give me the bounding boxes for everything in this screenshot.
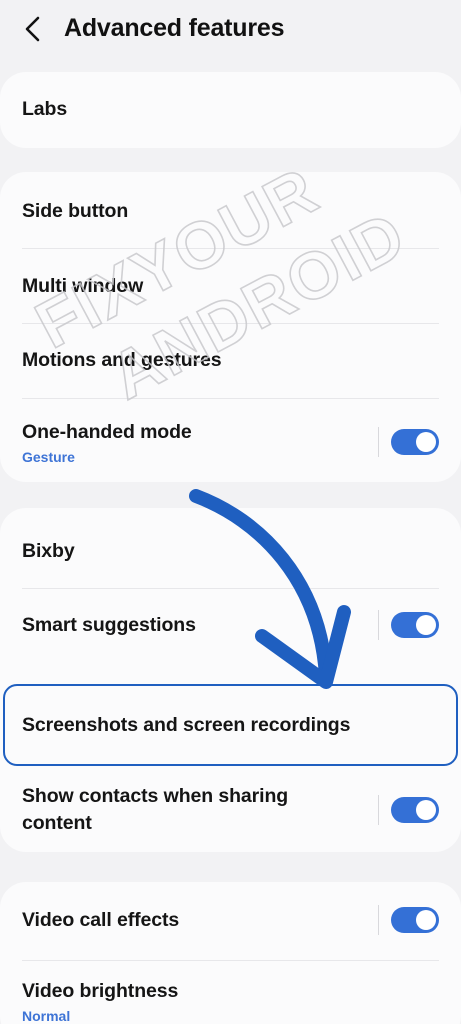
motions-gestures-row[interactable]: Motions and gestures (0, 324, 461, 398)
one-handed-mode-status: Gesture (22, 449, 75, 465)
motions-gestures-label: Motions and gestures (22, 349, 222, 371)
vertical-separator (378, 427, 379, 457)
chevron-left-icon (25, 16, 40, 42)
page-title: Advanced features (64, 14, 285, 42)
side-button-label: Side button (22, 200, 129, 222)
settings-screen: Advanced features Labs Side button Multi… (0, 0, 461, 1024)
show-contacts-row[interactable]: Show contacts when sharing content (0, 770, 461, 852)
smart-suggestions-row[interactable]: Smart suggestions (0, 589, 461, 667)
controls-card: Side button Multi window Motions and ges… (0, 172, 461, 482)
smart-suggestions-label: Smart suggestions (22, 614, 196, 636)
back-button[interactable] (18, 14, 48, 44)
toggle-knob (416, 432, 436, 452)
labs-row[interactable]: Labs (0, 72, 461, 148)
multi-window-row[interactable]: Multi window (0, 249, 461, 323)
smart-suggestions-toggle[interactable] (391, 612, 439, 638)
show-contacts-label: Show contacts when sharing content (22, 785, 289, 834)
side-button-row[interactable]: Side button (0, 172, 461, 248)
video-call-effects-label: Video call effects (22, 909, 180, 931)
video-brightness-label: Video brightness (22, 980, 179, 1002)
features-card: Bixby Smart suggestions Screenshots and … (0, 508, 461, 852)
video-call-effects-row[interactable]: Video call effects (0, 882, 461, 960)
vertical-separator (378, 905, 379, 935)
one-handed-mode-row[interactable]: One-handed mode Gesture (0, 399, 461, 482)
video-brightness-status: Normal (22, 1008, 71, 1024)
vertical-separator (378, 795, 379, 825)
video-brightness-row[interactable]: Video brightness Normal (0, 961, 461, 1024)
screenshots-recordings-row[interactable]: Screenshots and screen recordings (0, 686, 461, 764)
one-handed-mode-label: One-handed mode (22, 421, 192, 443)
toggle-knob (416, 800, 436, 820)
multi-window-label: Multi window (22, 275, 144, 297)
video-card: Video call effects Video brightness Norm… (0, 882, 461, 1024)
labs-label: Labs (22, 98, 68, 120)
bixby-label: Bixby (22, 540, 75, 562)
toggle-knob (416, 615, 436, 635)
show-contacts-toggle[interactable] (391, 797, 439, 823)
labs-card: Labs (0, 72, 461, 148)
app-bar: Advanced features (0, 0, 461, 62)
vertical-separator (378, 610, 379, 640)
toggle-knob (416, 910, 436, 930)
one-handed-mode-toggle[interactable] (391, 429, 439, 455)
video-call-effects-toggle[interactable] (391, 907, 439, 933)
screenshots-recordings-label: Screenshots and screen recordings (22, 714, 351, 736)
bixby-row[interactable]: Bixby (0, 508, 461, 588)
